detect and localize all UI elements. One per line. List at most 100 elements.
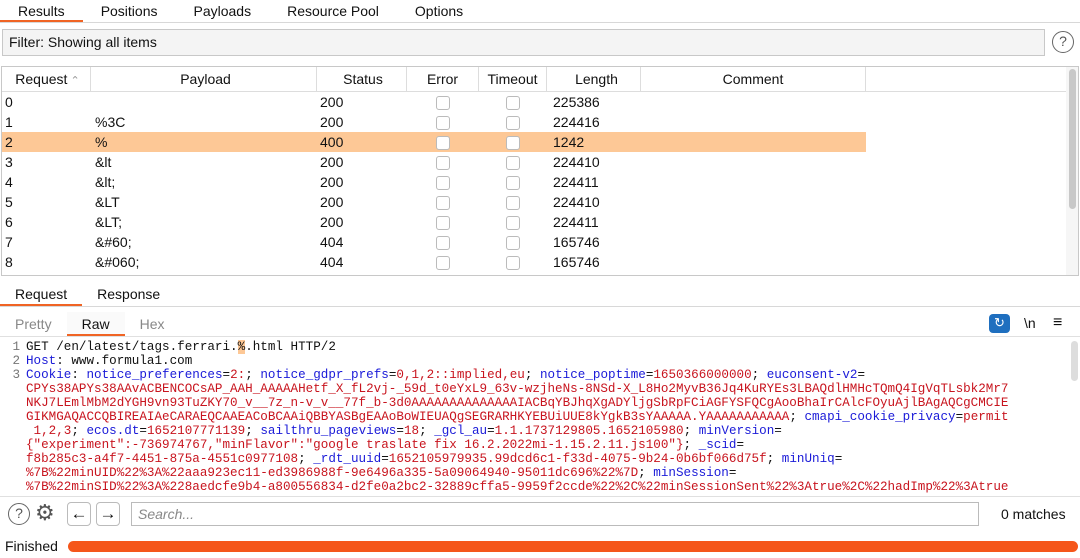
timeout-checkbox[interactable] [506, 96, 520, 111]
status-text: Finished [5, 538, 58, 554]
error-checkbox[interactable] [436, 176, 450, 191]
error-checkbox[interactable] [436, 136, 450, 151]
table-row[interactable]: 5 &LT 200 224410 [2, 192, 1078, 212]
tab-resource-pool[interactable]: Resource Pool [269, 0, 397, 22]
header-name: notice_gdpr_prefs [260, 368, 389, 382]
header-value: GIKMGAQACCQBIREAIAeCARAEQCAAEACoBCAAiQBB… [26, 410, 790, 424]
timeout-checkbox[interactable] [506, 256, 520, 271]
table-row[interactable]: 4 &lt; 200 224411 [2, 172, 1078, 192]
table-row[interactable]: 3 &lt 200 224410 [2, 152, 1078, 172]
status-cell: 200 [320, 214, 344, 230]
code-text: = [834, 452, 843, 466]
editor-scrollbar[interactable] [1071, 341, 1078, 381]
error-cell [407, 172, 479, 192]
length-cell: 224411 [553, 174, 599, 190]
table-row[interactable]: 8 &#060; 404 165746 [2, 252, 1078, 272]
table-row[interactable]: 1 %3C 200 224416 [2, 112, 1078, 132]
table-scrollbar[interactable] [1066, 67, 1078, 275]
tab-pretty[interactable]: Pretty [0, 312, 67, 336]
header-value: %7B%22minSID%22%3A%228aedcfe9b4-a8005568… [26, 480, 1009, 494]
request-cell: 8 [5, 254, 13, 270]
back-button[interactable]: ← [67, 502, 91, 526]
timeout-checkbox[interactable] [506, 156, 520, 171]
column-header-request[interactable]: Request ⌃ [2, 67, 91, 91]
request-cell: 3 [5, 154, 13, 170]
wrap-lines-icon[interactable]: ↻ [989, 314, 1010, 333]
comment-cell [641, 152, 866, 172]
column-header-timeout[interactable]: Timeout [479, 67, 547, 91]
comment-cell [641, 232, 866, 252]
tab-hex[interactable]: Hex [125, 312, 180, 336]
length-cell: 224410 [553, 154, 600, 170]
sort-ascending-icon[interactable]: ⌃ [67, 75, 79, 87]
table-row[interactable]: 2% 400 1242 [2, 132, 1078, 152]
timeout-checkbox[interactable] [506, 136, 520, 151]
tab-request[interactable]: Request [0, 283, 83, 306]
code-text: = [222, 368, 231, 382]
header-name: minVersion [698, 424, 775, 438]
error-checkbox[interactable] [436, 96, 450, 111]
code-text: = [736, 438, 744, 452]
code-text: ; [683, 438, 699, 452]
timeout-checkbox[interactable] [506, 116, 520, 131]
header-value: NKJ7LEmlMbM2dYGH9vn93TuZKY70_v__7z_n-v_v… [26, 396, 1009, 410]
header-name: Host [26, 354, 57, 368]
column-header-status[interactable]: Status [317, 67, 407, 91]
timeout-cell [479, 212, 547, 232]
search-input[interactable]: Search... [131, 502, 979, 526]
line-number: 3 [12, 368, 20, 382]
header-name: _scid [698, 438, 737, 452]
tab-raw[interactable]: Raw [66, 312, 125, 336]
length-cell: 224416 [553, 114, 600, 130]
header-name: euconsent-v2 [766, 368, 858, 382]
error-checkbox[interactable] [436, 216, 450, 231]
newline-toggle[interactable]: \n [1024, 313, 1036, 335]
table-row[interactable]: 7 &#60; 404 165746 [2, 232, 1078, 252]
code-text: = [774, 424, 782, 438]
tab-payloads[interactable]: Payloads [176, 0, 270, 22]
error-cell [407, 92, 479, 112]
column-header-length[interactable]: Length [547, 67, 641, 91]
comment-cell [641, 252, 866, 272]
hamburger-icon[interactable]: ≡ [1053, 313, 1062, 335]
tab-results[interactable]: Results [0, 0, 83, 22]
status-cell: 200 [320, 114, 344, 130]
gear-icon[interactable]: ⚙ [35, 500, 55, 526]
code-text: : www.formula1.com [56, 354, 193, 368]
error-checkbox[interactable] [436, 256, 450, 271]
tab-positions[interactable]: Positions [83, 0, 176, 22]
help-icon[interactable]: ? [8, 503, 30, 525]
tab-response[interactable]: Response [82, 283, 175, 306]
line-number: 2 [12, 354, 20, 368]
error-checkbox[interactable] [436, 196, 450, 211]
status-cell: 200 [320, 174, 344, 190]
error-checkbox[interactable] [436, 156, 450, 171]
timeout-checkbox[interactable] [506, 196, 520, 211]
table-row[interactable]: 0 200 225386 [2, 92, 1078, 112]
length-cell: 224411 [553, 214, 599, 230]
column-header-comment[interactable]: Comment [641, 67, 866, 91]
top-tabs: Results Positions Payloads Resource Pool Opt… [0, 0, 1080, 23]
tab-options[interactable]: Options [397, 0, 481, 22]
timeout-checkbox[interactable] [506, 176, 520, 191]
header-name: sailthru_pageviews [260, 424, 397, 438]
request-editor[interactable]: 1 GET /en/latest/tags.ferrari.%.html HTTP… [0, 339, 1068, 494]
error-cell [407, 152, 479, 172]
timeout-checkbox[interactable] [506, 236, 520, 251]
forward-button[interactable]: → [96, 502, 120, 526]
table-row[interactable]: 6 &LT; 200 224411 [2, 212, 1078, 232]
error-checkbox[interactable] [436, 116, 450, 131]
help-icon[interactable]: ? [1052, 31, 1074, 53]
filter-bar[interactable]: Filter: Showing all items [2, 29, 1045, 56]
error-cell [407, 232, 479, 252]
timeout-checkbox[interactable] [506, 216, 520, 231]
code-text: .html HTTP/2 [245, 340, 336, 354]
code-line: GET /en/latest/tags.ferrari.%.html HTTP/… [26, 340, 336, 354]
column-header-payload[interactable]: Payload [91, 67, 317, 91]
code-text: GET /en/latest/tags.ferrari. [26, 340, 238, 354]
error-checkbox[interactable] [436, 236, 450, 251]
length-cell: 224410 [553, 194, 600, 210]
column-header-error[interactable]: Error [407, 67, 479, 91]
payload-cell: %3C [95, 114, 126, 130]
code-text: ; [419, 424, 435, 438]
